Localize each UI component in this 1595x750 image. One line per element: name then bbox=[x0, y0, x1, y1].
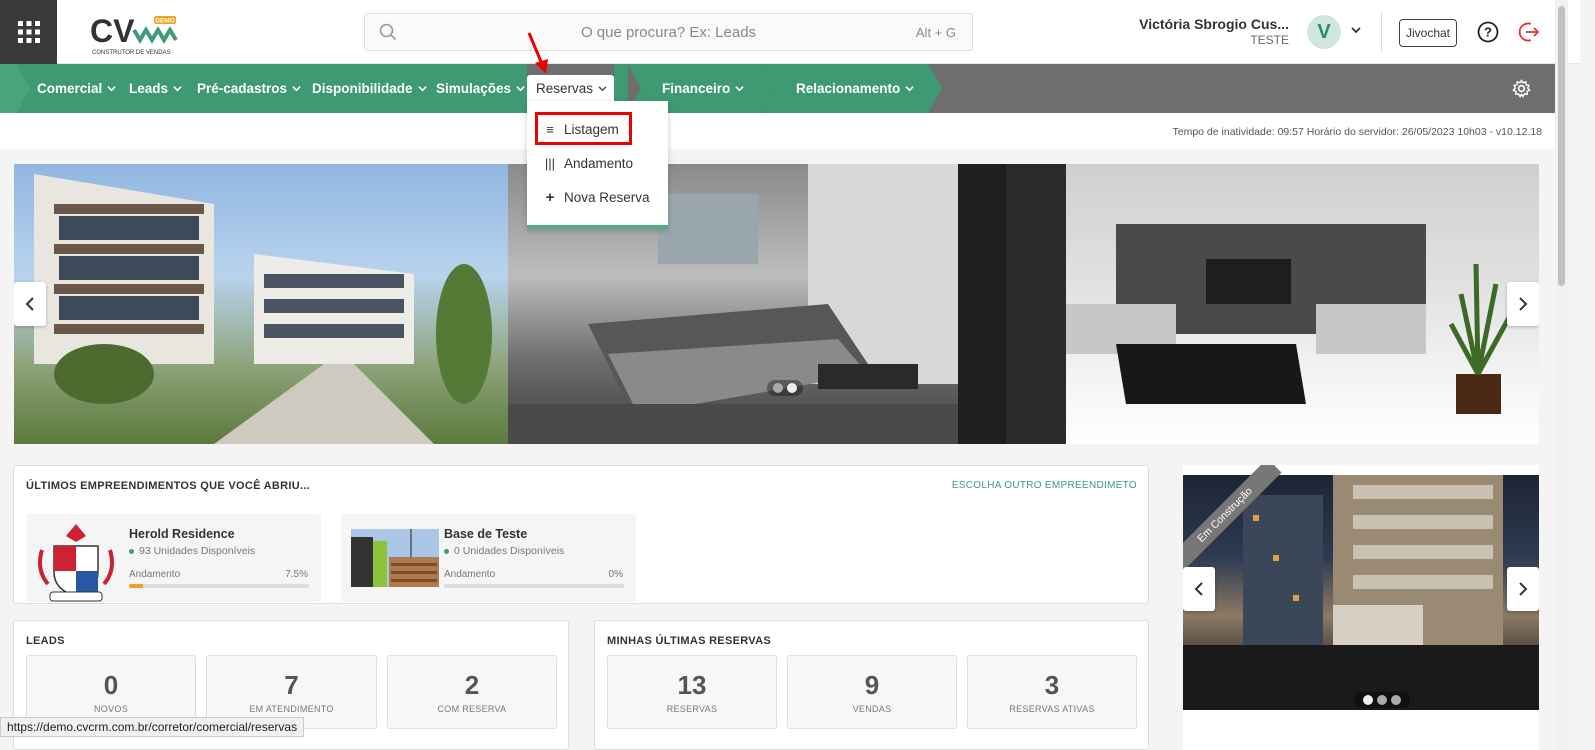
chevron-right-icon bbox=[1519, 297, 1528, 311]
carousel-prev-button[interactable] bbox=[14, 282, 46, 326]
info-strip: Tempo de inatividade: 09:57 Horário do s… bbox=[0, 113, 1555, 149]
help-icon[interactable]: ? bbox=[1477, 21, 1499, 43]
leads-title: LEADS bbox=[26, 635, 65, 647]
project-card-herold[interactable]: Herold Residence 93 Unidades Disponíveis… bbox=[26, 514, 321, 602]
jivochat-button[interactable]: Jivochat bbox=[1399, 19, 1457, 47]
dropdown-item-andamento[interactable]: ||| Andamento bbox=[543, 152, 633, 174]
project-name: Base de Teste bbox=[444, 527, 528, 541]
grid-icon bbox=[17, 21, 40, 43]
logo-subtitle: CONSTRUTOR DE VENDAS bbox=[92, 50, 171, 56]
project-units: 93 Unidades Disponíveis bbox=[129, 545, 255, 557]
user-name[interactable]: Victória Sbrogio Cus... bbox=[1139, 16, 1289, 32]
top-header: CV DEMO CONSTRUTOR DE VENDAS O que procu… bbox=[0, 0, 1580, 64]
progress-value: 0% bbox=[608, 569, 623, 580]
banner-carousel bbox=[14, 164, 1539, 444]
side-next-button[interactable] bbox=[1507, 567, 1539, 611]
logout-icon[interactable] bbox=[1518, 21, 1540, 43]
carousel-dots[interactable] bbox=[767, 380, 803, 396]
nav-reservas[interactable]: Reservas bbox=[527, 75, 614, 102]
progress-label: Andamento bbox=[129, 569, 181, 580]
featured-building-image: Em Construção bbox=[1183, 465, 1539, 710]
stat-com-reserva[interactable]: 2 COM RESERVA bbox=[387, 655, 557, 729]
chevron-left-icon bbox=[25, 297, 34, 311]
global-search[interactable]: O que procura? Ex: Leads Alt + G bbox=[364, 13, 973, 51]
chevron-right-icon bbox=[1519, 582, 1528, 596]
search-placeholder: O que procura? Ex: Leads bbox=[580, 24, 757, 41]
cv-logo[interactable]: CV DEMO CONSTRUTOR DE VENDAS bbox=[88, 12, 188, 56]
avatar[interactable]: V bbox=[1307, 15, 1341, 49]
nav-financeiro[interactable]: Financeiro bbox=[662, 64, 744, 113]
main-nav: Comercial Leads Pré-cadastros Disponibil… bbox=[0, 64, 1555, 113]
choose-project-link[interactable]: ESCOLHA OUTRO EMPREENDIMETO bbox=[952, 480, 1137, 491]
recent-projects-title: ÚLTIMOS EMPREENDIMENTOS QUE VOCÊ ABRIU..… bbox=[26, 480, 311, 492]
browser-status-url: https://demo.cvcrm.com.br/corretor/comer… bbox=[0, 717, 305, 737]
scrollbar-thumb[interactable] bbox=[1558, 6, 1565, 286]
side-prev-button[interactable] bbox=[1183, 567, 1215, 611]
project-card-base-teste[interactable]: Base de Teste 0 Unidades Disponíveis And… bbox=[341, 514, 636, 602]
project-name: Herold Residence bbox=[129, 527, 235, 541]
svg-text:?: ? bbox=[1484, 25, 1492, 40]
banner-image-livingroom bbox=[1006, 164, 1539, 444]
logo-badge: DEMO bbox=[155, 18, 175, 25]
stat-vendas[interactable]: 9 VENDAS bbox=[787, 655, 957, 729]
dropdown-item-nova-reserva[interactable]: + Nova Reserva bbox=[543, 186, 650, 208]
user-role: TESTE bbox=[1250, 33, 1289, 47]
chevron-down-icon[interactable] bbox=[1350, 24, 1362, 36]
reservas-card: MINHAS ÚLTIMAS RESERVAS 13 RESERVAS 9 VEND… bbox=[594, 620, 1149, 750]
chevron-left-icon bbox=[1194, 582, 1203, 596]
columns-icon: ||| bbox=[544, 155, 556, 171]
red-arrow-annotation bbox=[527, 32, 548, 74]
logo-text: CV bbox=[90, 13, 135, 49]
construction-image bbox=[351, 529, 439, 587]
stat-reservas[interactable]: 13 RESERVAS bbox=[607, 655, 777, 729]
recent-projects-card: ÚLTIMOS EMPREENDIMENTOS QUE VOCÊ ABRIU..… bbox=[13, 465, 1149, 604]
featured-project-carousel: Em Construção bbox=[1183, 465, 1539, 750]
nav-comercial[interactable]: Comercial bbox=[37, 64, 116, 113]
nav-pre-cadastros[interactable]: Pré-cadastros bbox=[197, 64, 301, 113]
stat-reservas-ativas[interactable]: 3 RESERVAS ATIVAS bbox=[967, 655, 1137, 729]
plus-icon: + bbox=[545, 188, 555, 206]
nav-relacionamento[interactable]: Relacionamento bbox=[796, 64, 914, 113]
herold-crest-image bbox=[36, 520, 116, 602]
carousel-next-button[interactable] bbox=[1507, 282, 1539, 326]
search-shortcut: Alt + G bbox=[915, 25, 956, 40]
nav-simulacoes[interactable]: Simulações bbox=[436, 64, 525, 113]
page-scrollbar[interactable] bbox=[1555, 0, 1568, 750]
progress-bar bbox=[129, 584, 309, 588]
apps-menu-button[interactable] bbox=[0, 0, 57, 64]
nav-leads[interactable]: Leads bbox=[129, 64, 182, 113]
progress-value: 7.5% bbox=[285, 569, 308, 580]
progress-bar bbox=[444, 584, 624, 588]
nav-disponibilidade[interactable]: Disponibilidade bbox=[312, 64, 427, 113]
server-info: Tempo de inatividade: 09:57 Horário do s… bbox=[1172, 126, 1543, 138]
gear-icon[interactable] bbox=[1512, 79, 1531, 98]
project-units: 0 Unidades Disponíveis bbox=[444, 545, 564, 557]
progress-label: Andamento bbox=[444, 569, 496, 580]
banner-image-buildings bbox=[14, 164, 508, 444]
reservas-title: MINHAS ÚLTIMAS RESERVAS bbox=[607, 635, 771, 647]
side-carousel-dots[interactable] bbox=[1354, 692, 1410, 708]
highlight-box bbox=[535, 112, 632, 145]
divider bbox=[1381, 12, 1382, 52]
